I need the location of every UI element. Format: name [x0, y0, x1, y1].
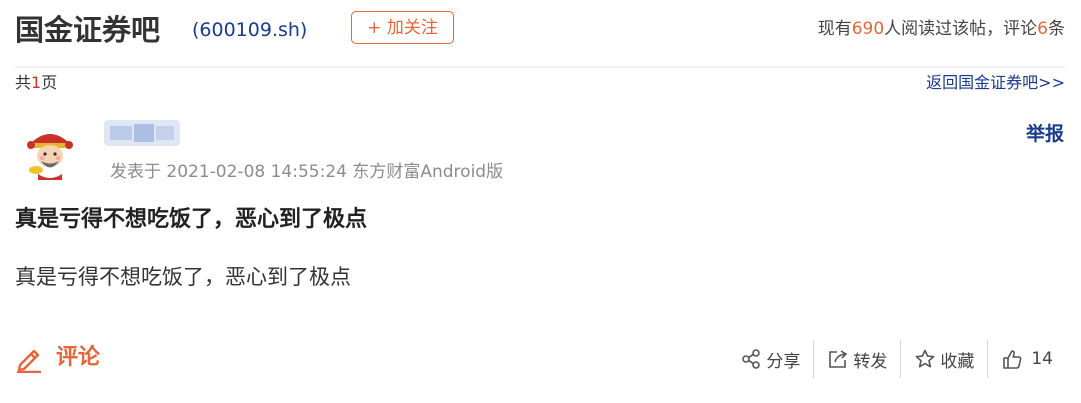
header-divider: [15, 66, 1065, 68]
pencil-icon: [17, 349, 41, 373]
repost-button[interactable]: 转发: [827, 340, 887, 378]
comment-label: 评论: [56, 345, 101, 370]
action-divider: [900, 340, 902, 378]
like-button[interactable]: 14: [1001, 340, 1053, 378]
comment-count: 6: [1037, 19, 1048, 39]
bar-title[interactable]: 国金证券吧: [15, 10, 160, 50]
repost-icon: [829, 350, 848, 368]
comment-button[interactable]: 评论: [14, 340, 100, 376]
avatar[interactable]: [22, 124, 78, 180]
share-icon: [742, 349, 761, 369]
page-suffix: 页: [41, 73, 58, 92]
read-suffix: 条: [1048, 19, 1065, 39]
post-body: 真是亏得不想吃饭了，恶心到了极点: [15, 265, 351, 289]
back-to-bar-link[interactable]: 返回国金证券吧>>: [926, 72, 1065, 94]
share-label: 分享: [766, 351, 801, 372]
read-prefix: 现有: [817, 19, 852, 39]
post-title: 真是亏得不想吃饭了，恶心到了极点: [15, 207, 368, 232]
report-link[interactable]: 举报: [1026, 121, 1064, 147]
share-button[interactable]: 分享: [740, 340, 800, 378]
read-count: 690: [851, 19, 885, 39]
follow-button[interactable]: + 加关注: [351, 11, 454, 44]
read-mid: 人阅读过该帖，评论: [884, 19, 1038, 39]
thumbs-up-icon: [1003, 350, 1022, 369]
star-icon: [915, 349, 935, 368]
page-prefix: 共: [15, 73, 32, 92]
collect-label: 收藏: [940, 351, 975, 372]
page-number: 1: [31, 73, 42, 92]
action-divider: [813, 340, 815, 378]
like-count: 14: [1031, 349, 1053, 369]
repost-label: 转发: [853, 351, 888, 372]
page-count: 共1页: [15, 72, 57, 94]
post-actions: 分享 转发 收藏 14: [740, 340, 1053, 378]
action-divider: [987, 340, 989, 378]
post-meta: 发表于 2021-02-08 14:55:24 东方财富Android版: [110, 162, 504, 182]
collect-button[interactable]: 收藏: [914, 340, 974, 378]
username-redacted[interactable]: [104, 118, 180, 148]
stock-code[interactable]: (600109.sh): [192, 16, 307, 44]
read-stats: 现有690人阅读过该帖，评论6条: [818, 17, 1065, 41]
